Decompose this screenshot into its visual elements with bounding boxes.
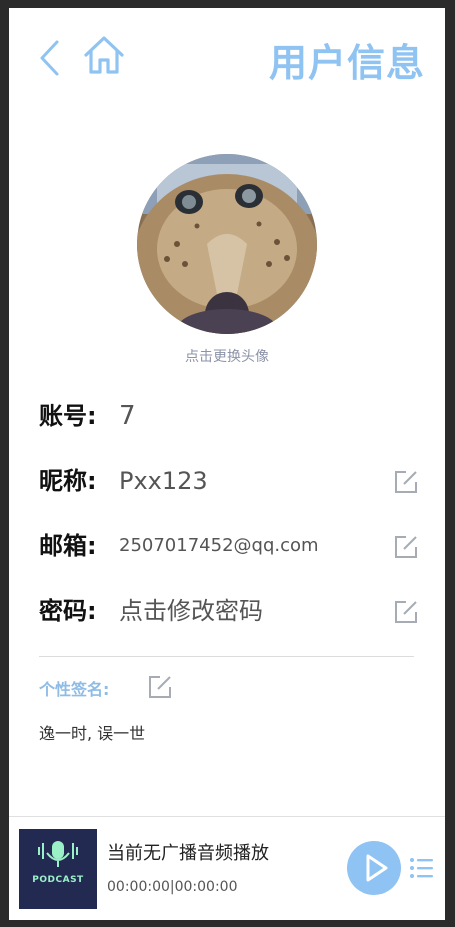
signature-label: 个性签名: xyxy=(39,680,110,699)
email-row: 邮箱: 2507017452@qq.com xyxy=(39,526,419,566)
account-value: 7 xyxy=(119,401,136,431)
email-label: 邮箱: xyxy=(39,532,97,560)
avatar[interactable] xyxy=(137,154,317,334)
back-icon[interactable] xyxy=(37,38,63,78)
password-row: 密码: 点击修改密码 xyxy=(39,591,419,631)
current-time: 00:00:00 xyxy=(107,879,170,895)
password-label: 密码: xyxy=(39,597,97,625)
player-status: 当前无广播音频播放 xyxy=(107,843,269,864)
change-password-link[interactable]: 点击修改密码 xyxy=(119,591,263,631)
nickname-label: 昵称: xyxy=(39,467,97,495)
email-value: 2507017452@qq.com xyxy=(119,535,319,556)
edit-password-icon[interactable] xyxy=(393,599,419,625)
cover-label: PODCAST xyxy=(32,875,84,885)
nickname-row: 昵称: Pxx123 xyxy=(39,461,419,501)
home-icon[interactable] xyxy=(83,34,125,76)
change-avatar-link[interactable]: 点击更换头像 xyxy=(9,346,445,366)
edit-signature-icon[interactable] xyxy=(147,674,173,700)
podcast-cover[interactable]: PODCAST xyxy=(19,829,97,909)
playlist-icon[interactable] xyxy=(409,857,433,879)
account-label: 账号: xyxy=(39,402,97,430)
total-time: 00:00:00 xyxy=(174,879,238,895)
play-icon xyxy=(366,854,388,882)
nickname-value: Pxx123 xyxy=(119,467,208,495)
edit-email-icon[interactable] xyxy=(393,534,419,560)
edit-nickname-icon[interactable] xyxy=(393,469,419,495)
play-button[interactable] xyxy=(347,841,401,895)
page-title: 用户信息 xyxy=(268,41,425,85)
account-row: 账号: 7 xyxy=(39,396,419,436)
divider xyxy=(39,656,414,657)
user-info-page: 用户信息 点击更换头像 账号: 7 昵称: Pxx123 邮箱: 2507017… xyxy=(9,8,445,920)
avatar-image xyxy=(137,154,317,334)
microphone-icon xyxy=(38,841,78,867)
audio-player-bar: PODCAST 当前无广播音频播放 00:00:00|00:00:00 xyxy=(9,816,445,920)
signature-text: 逸一时, 误一世 xyxy=(39,724,146,743)
player-time: 00:00:00|00:00:00 xyxy=(107,879,238,895)
